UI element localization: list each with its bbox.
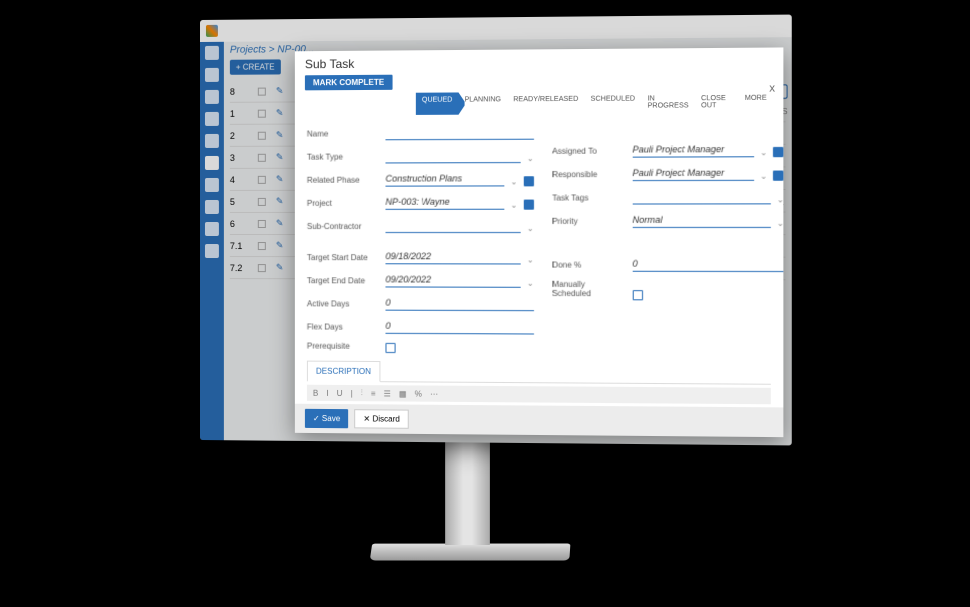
flex-label: Flex Days xyxy=(307,322,380,333)
prereq-label: Prerequisite xyxy=(307,342,380,353)
sidebar-user-icon[interactable] xyxy=(205,112,219,126)
italic-icon[interactable]: I xyxy=(326,388,328,397)
sidebar-list-icon[interactable] xyxy=(205,200,219,214)
subtask-modal: Sub Task MARK COMPLETE x QUEUEDPLANNINGR… xyxy=(295,47,784,437)
discard-button[interactable]: ✕ Discard xyxy=(354,409,409,429)
done-pct-input[interactable] xyxy=(632,256,783,272)
external-link-icon[interactable] xyxy=(773,147,783,157)
sidebar-flask-icon[interactable] xyxy=(205,156,219,170)
create-button[interactable]: + CREATE xyxy=(230,59,281,74)
tab-description[interactable]: DESCRIPTION xyxy=(307,361,380,383)
sidebar-magic-icon[interactable] xyxy=(205,68,219,82)
assigned-label: Assigned To xyxy=(552,146,626,157)
responsible-select[interactable] xyxy=(632,165,753,181)
stage-ready-released[interactable]: READY/RELEASED xyxy=(507,92,584,115)
left-sidebar xyxy=(200,42,224,440)
bold-icon[interactable]: B xyxy=(313,388,318,397)
chevron-down-icon[interactable]: ⌄ xyxy=(510,177,517,186)
tags-select[interactable] xyxy=(632,189,770,205)
end-date-input[interactable] xyxy=(385,272,520,287)
chevron-down-icon[interactable]: ⌄ xyxy=(527,224,534,233)
stage-more[interactable]: MORE xyxy=(739,91,773,114)
end-label: Target End Date xyxy=(307,276,380,287)
chevron-down-icon[interactable]: ⌄ xyxy=(760,172,767,181)
chevron-down-icon[interactable]: ⌄ xyxy=(527,255,534,264)
tasktype-select[interactable] xyxy=(385,148,520,164)
phase-label: Related Phase xyxy=(307,176,380,187)
sidebar-globe-icon[interactable] xyxy=(205,244,219,258)
tags-label: Task Tags xyxy=(552,193,626,204)
stage-planning[interactable]: PLANNING xyxy=(458,92,507,115)
right-column: Assigned To ⌄ Responsible ⌄ Task Tags ⌄ Pri… xyxy=(552,123,783,354)
mark-complete-button[interactable]: MARK COMPLETE xyxy=(305,75,392,91)
phase-select[interactable] xyxy=(385,171,504,186)
underline-icon[interactable]: U xyxy=(337,388,343,397)
external-link-icon[interactable] xyxy=(773,171,783,181)
subcon-label: Sub-Contractor xyxy=(307,222,380,233)
name-label: Name xyxy=(307,129,380,140)
project-select[interactable] xyxy=(385,195,504,210)
modal-title: Sub Task xyxy=(305,54,773,72)
stage-bar: QUEUEDPLANNINGREADY/RELEASEDSCHEDULEDIN … xyxy=(416,91,773,115)
name-input[interactable] xyxy=(385,124,533,140)
manual-label: Manually Scheduled xyxy=(552,280,626,301)
tasktype-label: Task Type xyxy=(307,152,380,163)
chevron-down-icon[interactable]: ⌄ xyxy=(510,201,517,210)
sidebar-chart-icon[interactable] xyxy=(205,46,219,60)
flex-days-input[interactable] xyxy=(385,319,533,335)
project-label: Project xyxy=(307,199,380,210)
rte-toolbar[interactable]: B I U |⫶≡☰▦%⋯ xyxy=(307,385,771,405)
stage-scheduled[interactable]: SCHEDULED xyxy=(584,91,641,114)
chevron-down-icon[interactable]: ⌄ xyxy=(760,148,767,157)
prerequisite-checkbox[interactable] xyxy=(385,343,395,353)
sidebar-mail-icon[interactable] xyxy=(205,90,219,104)
active-days-input[interactable] xyxy=(385,296,533,312)
start-label: Target Start Date xyxy=(307,253,380,264)
priority-label: Priority xyxy=(552,217,626,228)
subcon-select[interactable] xyxy=(385,218,520,233)
left-column: Name Task Type⌄ Related Phase⌄ Project⌄ … xyxy=(307,124,534,352)
monitor-screen: Projects > NP-00... + CREATE 7 / 57 ‹ › … xyxy=(200,15,792,446)
sidebar-home-icon[interactable] xyxy=(205,222,219,236)
sidebar-calendar-icon[interactable] xyxy=(205,178,219,192)
responsible-label: Responsible xyxy=(552,170,626,181)
save-button[interactable]: ✓ Save xyxy=(305,409,348,428)
start-date-input[interactable] xyxy=(385,249,520,264)
stage-in-progress[interactable]: IN PROGRESS xyxy=(641,91,695,114)
stage-queued[interactable]: QUEUED xyxy=(416,92,459,114)
chevron-down-icon[interactable]: ⌄ xyxy=(777,219,784,228)
monitor-base xyxy=(370,544,571,561)
external-link-icon[interactable] xyxy=(523,200,533,210)
monitor-neck xyxy=(445,435,490,545)
chevron-down-icon[interactable]: ⌄ xyxy=(527,154,534,163)
manual-checkbox[interactable] xyxy=(632,290,642,300)
stage-close-out[interactable]: CLOSE OUT xyxy=(695,91,739,114)
priority-select[interactable] xyxy=(632,213,770,228)
app-logo-icon xyxy=(206,25,218,37)
external-link-icon[interactable] xyxy=(523,176,533,186)
assigned-select[interactable] xyxy=(632,142,753,158)
modal-footer: ✓ Save ✕ Discard xyxy=(295,404,784,437)
chevron-down-icon[interactable]: ⌄ xyxy=(777,195,784,204)
sidebar-money-icon[interactable] xyxy=(205,134,219,148)
chevron-down-icon[interactable]: ⌄ xyxy=(527,279,534,288)
done-label: Done % xyxy=(552,260,626,271)
active-label: Active Days xyxy=(307,299,380,310)
